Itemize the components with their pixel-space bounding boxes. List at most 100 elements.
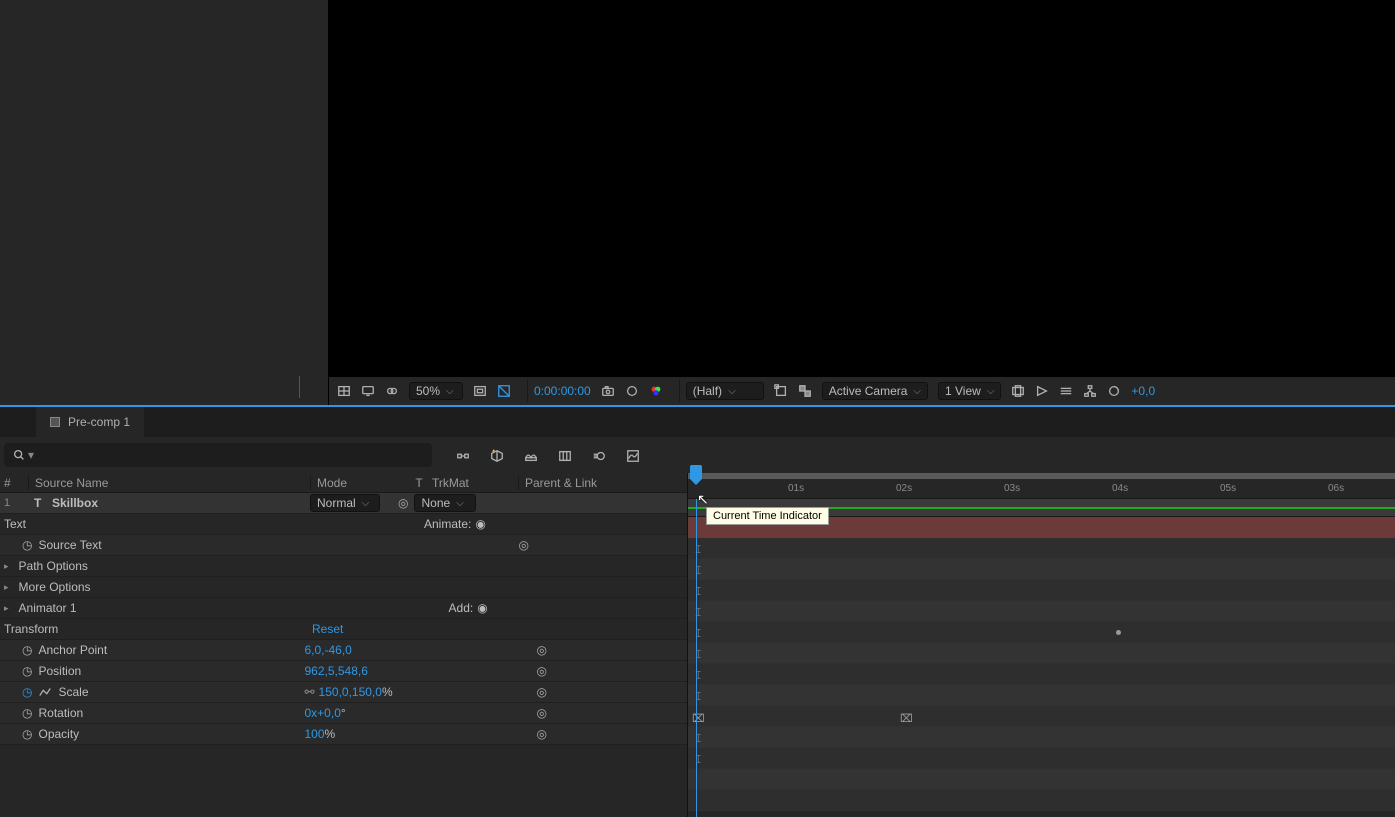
current-time-indicator[interactable] bbox=[696, 499, 697, 817]
pickwhip-icon[interactable]: ◎ bbox=[537, 643, 547, 657]
stopwatch-icon[interactable]: ◷ bbox=[22, 685, 32, 699]
timeline-graph[interactable]: 01s 02s 03s 04s 05s 06s 𝙸 𝙸 𝙸 𝙸 bbox=[688, 473, 1395, 817]
scale-row[interactable]: ◷ Scale ⚯ 150,0,150,0% ◎ bbox=[0, 682, 687, 703]
camera-select[interactable]: Active Camera bbox=[822, 382, 928, 400]
track-row: 𝙸 bbox=[688, 748, 1395, 769]
twirl-icon[interactable]: ▸ bbox=[4, 561, 9, 572]
path-options-row[interactable]: ▸ Path Options bbox=[0, 556, 687, 577]
ruler-mark: 05s bbox=[1220, 483, 1236, 494]
panel-divider[interactable] bbox=[299, 376, 300, 398]
snapshot-icon[interactable] bbox=[601, 384, 615, 398]
link-icon[interactable]: ⚯ bbox=[304, 685, 314, 699]
anchor-point-row[interactable]: ◷ Anchor Point 6,0,-46,0 ◎ bbox=[0, 640, 687, 661]
stopwatch-icon[interactable]: ◷ bbox=[22, 706, 32, 720]
fast-preview-icon[interactable] bbox=[1035, 384, 1049, 398]
opacity-row[interactable]: ◷ Opacity 100% ◎ bbox=[0, 724, 687, 745]
composition-viewer[interactable]: 50% 0:00:00:00 (Half) Active Camera 1 Vi… bbox=[329, 0, 1395, 405]
animator-row[interactable]: ▸ Animator 1 Add: ◉ bbox=[0, 598, 687, 619]
scale-value[interactable]: 150,0,150,0% bbox=[319, 685, 393, 699]
ease-keyframe-icon[interactable]: ⌧ bbox=[692, 712, 702, 722]
timeline-search[interactable]: ▾ bbox=[4, 443, 432, 467]
col-source[interactable]: Source Name bbox=[28, 476, 310, 490]
ease-keyframe-icon[interactable]: ⌧ bbox=[900, 712, 910, 722]
draft3d-icon[interactable] bbox=[484, 447, 510, 463]
search-icon bbox=[12, 448, 26, 462]
monitor-icon[interactable] bbox=[361, 384, 375, 398]
timeline-tab[interactable]: Pre-comp 1 bbox=[36, 407, 144, 437]
current-time[interactable]: 0:00:00:00 bbox=[534, 384, 591, 398]
track-row: 𝙸 bbox=[688, 643, 1395, 664]
stopwatch-icon[interactable]: ◷ bbox=[22, 538, 32, 552]
pickwhip-icon[interactable]: ◎ bbox=[537, 664, 547, 678]
col-parent[interactable]: Parent & Link bbox=[518, 476, 687, 490]
anchor-point-value[interactable]: 6,0,-46,0 bbox=[304, 643, 351, 657]
ibeam-icon: 𝙸 bbox=[694, 626, 700, 638]
track-row bbox=[688, 790, 1395, 811]
fullres-icon[interactable] bbox=[473, 384, 487, 398]
reset-transform[interactable]: Reset bbox=[312, 622, 343, 636]
pickwhip-icon[interactable]: ◎ bbox=[518, 538, 528, 552]
cti-head[interactable] bbox=[690, 465, 702, 479]
pickwhip-icon[interactable]: ◎ bbox=[537, 706, 547, 720]
time-ruler[interactable]: 01s 02s 03s 04s 05s 06s bbox=[688, 479, 1395, 499]
reset-exposure-icon[interactable] bbox=[1107, 384, 1121, 398]
resolution-select[interactable]: (Half) bbox=[686, 382, 764, 400]
position-row[interactable]: ◷ Position 962,5,548,6 ◎ bbox=[0, 661, 687, 682]
show-snapshot-icon[interactable] bbox=[625, 384, 639, 398]
mask-icon[interactable] bbox=[385, 384, 399, 398]
roi-icon[interactable] bbox=[774, 384, 788, 398]
layer-row[interactable]: 1 T Skillbox Normal ◎ None bbox=[0, 493, 687, 514]
text-layer-icon: T bbox=[34, 496, 52, 510]
grid-icon[interactable] bbox=[337, 384, 351, 398]
opacity-value[interactable]: 100% bbox=[304, 727, 335, 741]
text-group[interactable]: Text Animate: ◉ bbox=[0, 514, 687, 535]
timeline-icon[interactable] bbox=[1059, 384, 1073, 398]
ibeam-icon: 𝙸 bbox=[694, 689, 700, 701]
blend-mode-select[interactable]: Normal bbox=[310, 494, 380, 512]
layer-name[interactable]: Skillbox bbox=[52, 496, 310, 510]
stopwatch-icon[interactable]: ◷ bbox=[22, 664, 32, 678]
motion-blur-icon[interactable] bbox=[586, 447, 612, 463]
source-text-row[interactable]: ◷ Source Text ◎ bbox=[0, 535, 687, 556]
transform-group[interactable]: Transform Reset bbox=[0, 619, 687, 640]
col-trkmat[interactable]: TrkMat bbox=[428, 476, 518, 490]
ibeam-icon: 𝙸 bbox=[694, 542, 700, 554]
add-flyout-icon[interactable]: ◉ bbox=[477, 601, 487, 615]
comp-mini-flow-icon[interactable] bbox=[450, 447, 476, 463]
position-value[interactable]: 962,5,548,6 bbox=[304, 664, 367, 678]
stopwatch-icon[interactable]: ◷ bbox=[22, 727, 32, 741]
col-mode[interactable]: Mode bbox=[310, 476, 410, 490]
twirl-icon[interactable]: ▸ bbox=[4, 603, 9, 614]
col-hash[interactable]: # bbox=[0, 476, 28, 490]
stopwatch-icon[interactable]: ◷ bbox=[22, 643, 32, 657]
comp-color-icon bbox=[50, 417, 60, 427]
rotation-row[interactable]: ◷ Rotation 0x+0,0° ◎ bbox=[0, 703, 687, 724]
more-options-row[interactable]: ▸ More Options bbox=[0, 577, 687, 598]
transparency-icon[interactable] bbox=[497, 384, 511, 398]
flowchart-icon[interactable] bbox=[1083, 384, 1097, 398]
pickwhip-icon[interactable]: ◎ bbox=[537, 727, 547, 741]
pixel-aspect-icon[interactable] bbox=[1011, 384, 1025, 398]
animate-flyout-icon[interactable]: ◉ bbox=[475, 517, 485, 531]
track-row: ⌧ ⌧ bbox=[688, 706, 1395, 727]
view-select[interactable]: 1 View bbox=[938, 382, 1001, 400]
exposure-value[interactable]: +0,0 bbox=[1131, 384, 1155, 398]
col-t[interactable]: T bbox=[410, 476, 428, 490]
hide-shy-icon[interactable] bbox=[518, 447, 544, 463]
pickwhip-icon[interactable]: ◎ bbox=[398, 496, 408, 510]
track-row: 𝙸 bbox=[688, 538, 1395, 559]
anchor-point-label: Anchor Point bbox=[38, 643, 304, 657]
layer-index: 1 bbox=[0, 497, 28, 509]
pickwhip-icon[interactable]: ◎ bbox=[537, 685, 547, 699]
color-mgmt-icon[interactable] bbox=[649, 384, 663, 398]
rotation-value[interactable]: 0x+0,0° bbox=[304, 706, 345, 720]
checker-icon[interactable] bbox=[798, 384, 812, 398]
keyframe-icon[interactable] bbox=[1116, 630, 1121, 635]
trkmat-select[interactable]: None bbox=[414, 494, 476, 512]
zoom-select[interactable]: 50% bbox=[409, 382, 463, 400]
twirl-icon[interactable]: ▸ bbox=[4, 582, 9, 593]
ibeam-icon: 𝙸 bbox=[694, 563, 700, 575]
frame-blend-icon[interactable] bbox=[552, 447, 578, 463]
graph-icon[interactable] bbox=[38, 685, 52, 700]
graph-editor-icon[interactable] bbox=[620, 447, 646, 463]
